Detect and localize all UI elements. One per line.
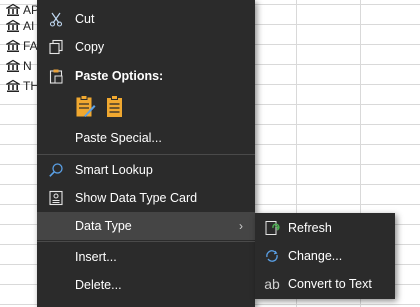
- delete-menu-item[interactable]: Delete...: [37, 271, 255, 299]
- refresh-icon: [263, 219, 281, 237]
- paste-formatting-button[interactable]: [73, 93, 97, 119]
- data-type-submenu: Refresh Change... ab Convert to Text: [255, 213, 395, 299]
- cell-text: AI: [23, 19, 35, 33]
- change-label: Change...: [288, 249, 343, 263]
- table-row[interactable]: N: [6, 56, 32, 76]
- convert-to-text-menu-item[interactable]: ab Convert to Text: [255, 270, 395, 298]
- paste-special-label: Paste Special...: [75, 131, 162, 145]
- change-icon: [263, 247, 281, 265]
- stock-data-type-icon: [6, 39, 20, 52]
- menu-divider: [37, 154, 255, 155]
- scissors-icon: [47, 10, 65, 28]
- search-icon: [47, 161, 65, 179]
- cell-text: FA: [23, 39, 38, 53]
- table-row[interactable]: AI: [6, 16, 34, 36]
- data-card-icon: [47, 189, 65, 207]
- copy-label: Copy: [75, 40, 105, 54]
- stock-data-type-icon: [6, 3, 20, 16]
- paste-options-label: Paste Options:: [75, 69, 164, 83]
- menu-divider: [37, 241, 255, 242]
- stock-data-type-icon: [6, 79, 20, 92]
- paste-option-buttons: [73, 93, 127, 119]
- clipboard-icon: [47, 67, 65, 85]
- copy-menu-item[interactable]: Copy: [37, 33, 255, 61]
- refresh-menu-item[interactable]: Refresh: [255, 214, 395, 242]
- context-menu: Cut Copy Paste Options: Paste Special...…: [37, 0, 255, 307]
- convert-to-text-label: Convert to Text: [288, 277, 372, 291]
- refresh-label: Refresh: [288, 221, 332, 235]
- delete-label: Delete...: [75, 278, 122, 292]
- copy-icon: [47, 38, 65, 56]
- smart-lookup-menu-item[interactable]: Smart Lookup: [37, 156, 255, 184]
- paste-values-button[interactable]: [103, 93, 127, 119]
- paste-options-header: Paste Options:: [37, 62, 255, 90]
- paste-special-menu-item[interactable]: Paste Special...: [37, 124, 255, 152]
- ab-text-icon: ab: [264, 276, 280, 292]
- table-row[interactable]: FA: [6, 36, 38, 56]
- chevron-right-icon: ›: [239, 219, 243, 233]
- smart-lookup-label: Smart Lookup: [75, 163, 153, 177]
- stock-data-type-icon: [6, 19, 20, 32]
- change-menu-item[interactable]: Change...: [255, 242, 395, 270]
- insert-label: Insert...: [75, 250, 117, 264]
- stock-data-type-icon: [6, 59, 20, 72]
- insert-menu-item[interactable]: Insert...: [37, 243, 255, 271]
- paste-values-icon: [107, 95, 122, 117]
- data-type-menu-item[interactable]: Data Type ›: [37, 212, 255, 240]
- cut-label: Cut: [75, 12, 95, 26]
- cell-text: N: [23, 59, 32, 73]
- table-row[interactable]: TH: [6, 76, 39, 96]
- cut-menu-item[interactable]: Cut: [37, 5, 255, 33]
- show-data-type-card-label: Show Data Type Card: [75, 191, 198, 205]
- paste-brush-icon: [76, 95, 96, 117]
- show-data-type-card-menu-item[interactable]: Show Data Type Card: [37, 184, 255, 212]
- data-type-label: Data Type: [75, 219, 132, 233]
